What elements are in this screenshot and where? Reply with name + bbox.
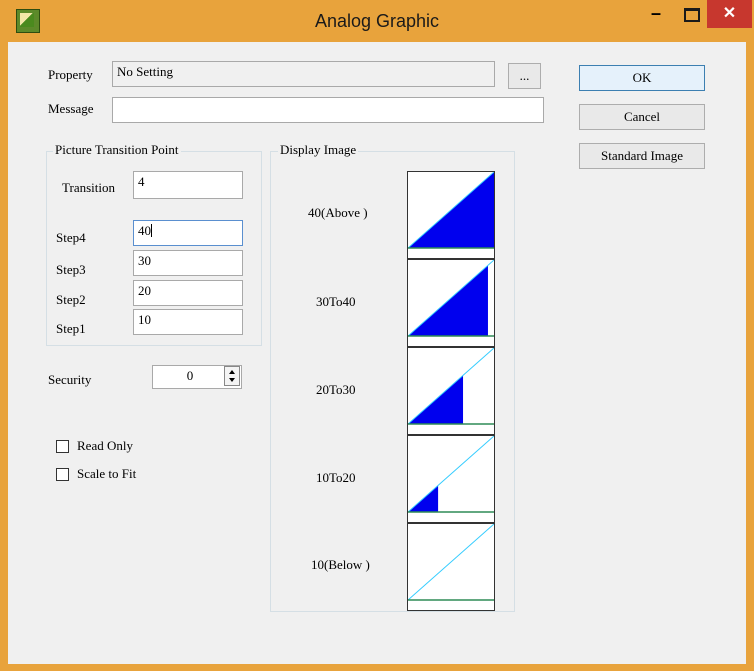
step3-input[interactable]: 30 [133,250,243,276]
image-label: 40(Above ) [308,205,368,220]
close-button[interactable]: ✕ [707,0,752,28]
property-field[interactable]: No Setting [112,61,495,87]
level-graphic [408,524,494,601]
image-label: 30To40 [316,294,356,309]
level-graphic [408,260,494,337]
standard-image-button[interactable]: Standard Image [579,143,705,169]
image-label: 10(Below ) [311,557,370,572]
maximize-icon [684,8,700,22]
chevron-up-icon [229,370,235,374]
ok-button[interactable]: OK [579,65,705,91]
transition-group-title: Picture Transition Point [53,142,181,158]
scale-to-fit-checkbox[interactable] [56,468,69,481]
image-preview [407,435,495,523]
image-preview [407,523,495,611]
message-label: Message [48,101,94,116]
minimize-button[interactable]: – [639,0,673,28]
diagonal-line [408,524,494,601]
resize-grip-icon[interactable] [730,652,740,662]
transition-label: Transition [62,180,115,195]
chevron-down-icon [229,378,235,382]
image-preview [407,171,495,259]
security-label: Security [48,372,92,387]
browse-button[interactable]: ... [508,63,541,89]
transition-input[interactable]: 4 [133,171,243,199]
image-label: 20To30 [316,382,356,397]
step4-input[interactable]: 40 [133,220,243,246]
step-label: Step3 [56,262,86,277]
scale-to-fit-label: Scale to Fit [77,466,137,481]
read-only-label: Read Only [77,438,133,453]
step-label: Step4 [56,230,86,245]
maximize-button[interactable] [673,0,707,28]
message-input[interactable] [112,97,544,123]
step4-value: 40 [138,223,151,238]
text-caret [151,224,152,237]
step-label: Step2 [56,292,86,307]
step2-input[interactable]: 20 [133,280,243,306]
step1-input[interactable]: 10 [133,309,243,335]
display-image-group-title: Display Image [278,142,359,158]
image-preview [407,259,495,347]
cancel-button[interactable]: Cancel [579,104,705,130]
property-label: Property [48,67,93,82]
diagonal-line [408,436,494,513]
level-graphic [408,348,494,425]
image-preview [407,347,495,435]
level-graphic [408,172,494,249]
read-only-checkbox[interactable] [56,440,69,453]
level-graphic [408,436,494,513]
image-label: 10To20 [316,470,356,485]
step-label: Step1 [56,321,86,336]
spin-button[interactable] [224,366,240,386]
